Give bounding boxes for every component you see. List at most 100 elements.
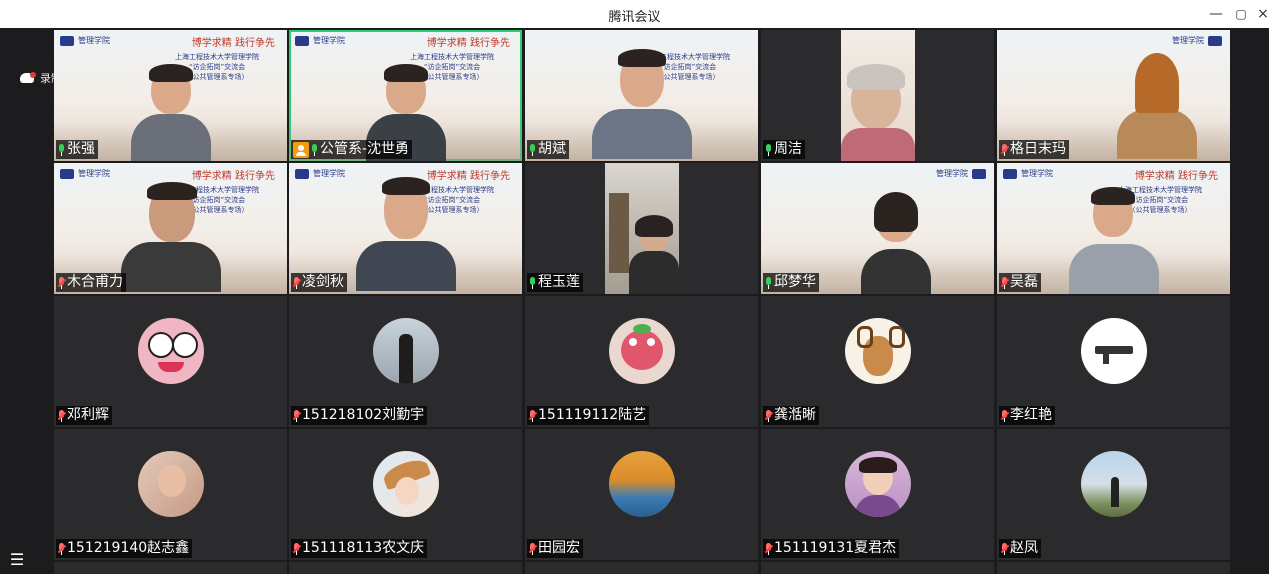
mic-on-icon — [529, 143, 536, 156]
school-logo: 管理学院 — [295, 35, 345, 46]
participant-name-tag: 格日末玛 — [999, 140, 1069, 159]
video-tile-gerimoma[interactable]: 管理学院 格日末玛 — [997, 30, 1230, 161]
mic-muted-icon — [528, 409, 538, 422]
title-bar: 腾讯会议 — ▢ × — [0, 0, 1269, 28]
participant-name-tag: 周洁 — [763, 140, 805, 159]
video-tile-chengyulian[interactable]: 程玉莲 — [525, 163, 758, 294]
participant-video — [605, 163, 679, 294]
avatar-tile-lihongyan[interactable]: 李红艳 — [997, 296, 1230, 427]
participant-video — [130, 64, 211, 161]
partial-tile — [289, 562, 522, 574]
window-title: 腾讯会议 — [608, 10, 661, 25]
school-logo: 管理学院 — [1003, 168, 1053, 179]
mic-muted-icon — [57, 276, 67, 289]
participant-name-tag: 木合甫力 — [56, 273, 126, 292]
avatar — [1080, 451, 1147, 517]
participant-name-tag: 151119131夏君杰 — [763, 539, 900, 558]
slide-slogan: 博学求精 践行争先 — [191, 38, 275, 49]
avatar-tile-zhaofeng[interactable]: 赵凤 — [997, 429, 1230, 560]
partial-tile — [997, 562, 1230, 574]
participant-name-tag: 李红艳 — [999, 406, 1055, 425]
mic-muted-icon — [764, 542, 774, 555]
video-tile-zhangqiang[interactable]: 管理学院 博学求精 践行争先 上海工程技术大学管理学院 “访企拓岗”交流会 （公共管… — [54, 30, 287, 161]
partial-tile — [525, 562, 758, 574]
avatar-tile-luyi[interactable]: 151119112陆艺 — [525, 296, 758, 427]
school-logo: 管理学院 — [60, 168, 110, 179]
participant-name-tag: 田园宏 — [527, 539, 583, 558]
participant-name-tag: 邓利辉 — [56, 406, 112, 425]
video-tile-zhoujie[interactable]: 周洁 — [761, 30, 994, 161]
participant-name-tag: 龚湉晰 — [763, 406, 819, 425]
mic-muted-icon — [292, 276, 302, 289]
mic-muted-icon — [528, 542, 538, 555]
participant-video — [120, 182, 221, 294]
partial-tile — [761, 562, 994, 574]
mic-on-icon — [311, 143, 318, 156]
avatar-tile-liuqinyu[interactable]: 151218102刘勤宇 — [289, 296, 522, 427]
participant-name-tag: 凌剑秋 — [291, 273, 347, 292]
participant-name-tag: 胡斌 — [527, 140, 569, 159]
participant-video — [861, 192, 931, 294]
participant-video — [1117, 51, 1197, 161]
cloud-recording-icon — [20, 72, 36, 83]
avatar — [1080, 318, 1147, 384]
participant-video — [355, 177, 456, 294]
school-logo: 管理学院 — [295, 168, 345, 179]
avatar — [844, 451, 911, 517]
participant-name-tag: 吴磊 — [999, 273, 1041, 292]
minimize-button[interactable]: — — [1205, 4, 1227, 24]
participant-name-tag: 张强 — [56, 140, 98, 159]
participant-name-tag: 公管系-沈世勇 — [291, 140, 413, 159]
school-logo: 管理学院 — [936, 168, 986, 179]
participant-name-tag: 151218102刘勤宇 — [291, 406, 428, 425]
video-tile-lingjianqiu[interactable]: 管理学院 博学求精 践行争先 上海工程技术大学管理学院 “访企拓岗”交流会 （公共管… — [289, 163, 522, 294]
avatar — [137, 318, 204, 384]
video-tile-shenshiyong[interactable]: 管理学院 博学求精 践行争先 上海工程技术大学管理学院 “访企拓岗”交流会 （公共管… — [289, 30, 522, 161]
slide-slogan: 博学求精 践行争先 — [426, 38, 510, 49]
avatar — [372, 451, 439, 517]
participant-video — [841, 30, 915, 161]
avatar-tile-gongtianxi[interactable]: 龚湉晰 — [761, 296, 994, 427]
mic-on-icon — [765, 276, 772, 289]
mic-muted-icon — [764, 409, 774, 422]
mic-muted-icon — [57, 409, 67, 422]
restore-button[interactable]: ▢ — [1230, 4, 1252, 24]
host-icon — [293, 141, 309, 158]
list-icon[interactable]: ☰ — [6, 550, 28, 570]
participant-video — [1068, 187, 1159, 294]
video-tile-hubin[interactable]: 上海工程技术大学管理学院 “访企拓岗”交流会 （公共管理系专场） 胡斌 — [525, 30, 758, 161]
video-tile-qiumenghua[interactable]: 管理学院 邱梦华 — [761, 163, 994, 294]
mic-muted-icon — [292, 542, 302, 555]
avatar — [137, 451, 204, 517]
mic-on-icon — [765, 143, 772, 156]
mic-muted-icon — [292, 409, 302, 422]
mic-on-icon — [529, 276, 536, 289]
avatar-tile-xiajunjie[interactable]: 151119131夏君杰 — [761, 429, 994, 560]
participant-name-tag: 赵凤 — [999, 539, 1041, 558]
school-logo: 管理学院 — [60, 35, 110, 46]
video-tile-wulei[interactable]: 管理学院 博学求精 践行争先 上海工程技术大学管理学院 “访企拓岗”交流会 （公共管… — [997, 163, 1230, 294]
avatar — [372, 318, 439, 384]
mic-muted-icon — [1000, 409, 1010, 422]
mic-on-icon — [58, 143, 65, 156]
partial-tile — [54, 562, 287, 574]
avatar-tile-tianyuanhong[interactable]: 田园宏 — [525, 429, 758, 560]
participant-name-tag: 程玉莲 — [527, 273, 583, 292]
avatar — [844, 318, 911, 384]
avatar — [608, 318, 675, 384]
avatar-tile-zhaozhixin[interactable]: 151219140赵志鑫 — [54, 429, 287, 560]
slide-slogan: 博学求精 践行争先 — [191, 171, 275, 182]
participant-name-tag: 151118113农文庆 — [291, 539, 428, 558]
mic-muted-icon — [1000, 143, 1010, 156]
close-button[interactable]: × — [1252, 4, 1269, 24]
mic-muted-icon — [57, 542, 67, 555]
participant-video — [591, 49, 692, 161]
avatar-tile-denglihui[interactable]: 邓利辉 — [54, 296, 287, 427]
avatar-tile-nongwenqing[interactable]: 151118113农文庆 — [289, 429, 522, 560]
avatar — [608, 451, 675, 517]
participant-name-tag: 151219140赵志鑫 — [56, 539, 193, 558]
mic-muted-icon — [1000, 276, 1010, 289]
participant-name-tag: 151119112陆艺 — [527, 406, 650, 425]
video-tile-muhefuli[interactable]: 管理学院 博学求精 践行争先 上海工程技术大学管理学院 “访企拓岗”交流会 （公共管… — [54, 163, 287, 294]
mic-muted-icon — [1000, 542, 1010, 555]
